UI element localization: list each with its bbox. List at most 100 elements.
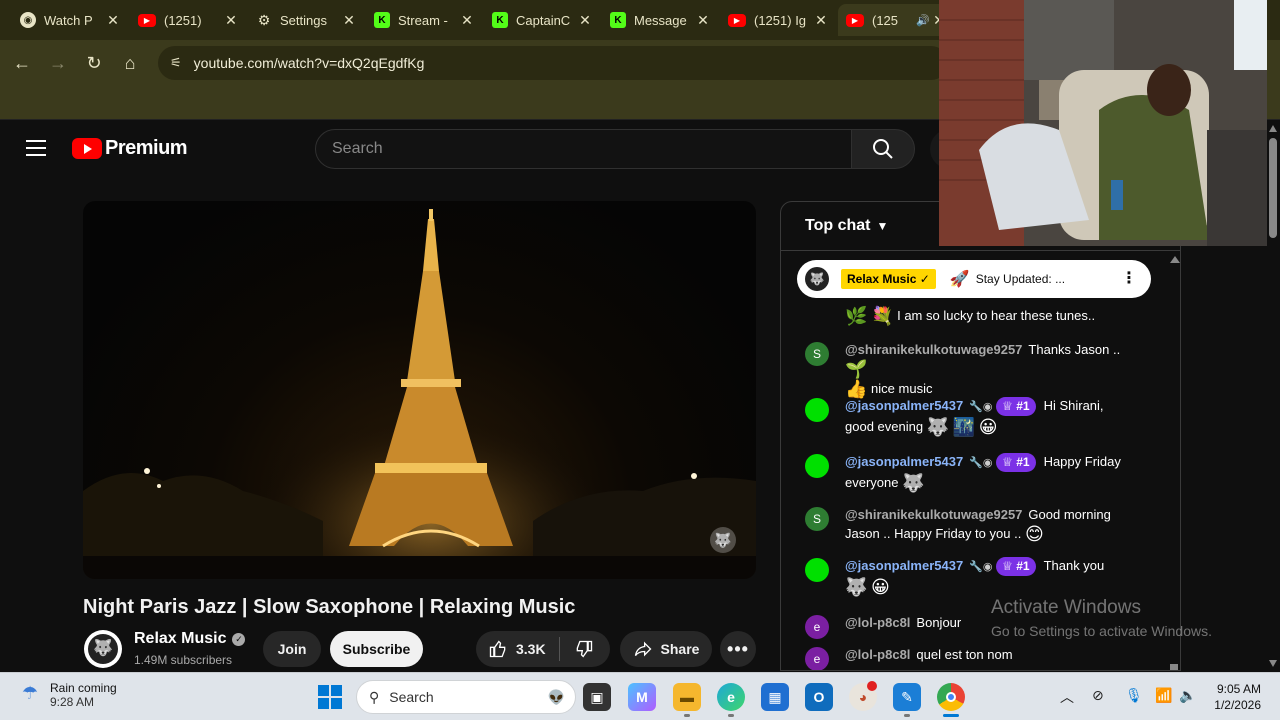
network-off-icon[interactable]: ⊘	[1092, 687, 1104, 704]
rank-badge: ♕ #1	[996, 397, 1036, 416]
message-text: I am so lucky to hear these tunes..	[897, 308, 1096, 323]
author-name[interactable]: @jasonpalmer5437	[845, 558, 963, 573]
author-name[interactable]: @jasonpalmer5437	[845, 398, 963, 413]
message-text: Good morning	[1028, 507, 1111, 522]
avatar[interactable]	[805, 454, 829, 478]
herb-icon: 🌿	[845, 306, 868, 327]
like-button[interactable]: 3.3K	[476, 637, 560, 661]
search-input[interactable]	[332, 140, 851, 158]
grin-icon: 😀	[978, 417, 998, 438]
author-name[interactable]: @lol-p8c8l	[845, 615, 910, 630]
chrome-icon[interactable]	[937, 683, 965, 711]
tab-youtube-active[interactable]: ▶ (125 🔊 ✕	[838, 4, 955, 36]
close-icon[interactable]: ✕	[577, 12, 593, 29]
channel-name-link[interactable]: Relax Music ✓	[134, 630, 246, 648]
chevron-up-icon[interactable]: ︿	[1060, 687, 1074, 707]
tab-youtube-2[interactable]: ▶ (1251) Ig ✕	[720, 4, 837, 36]
search-icon	[873, 139, 893, 159]
microsoft-365-icon[interactable]: M	[628, 683, 656, 711]
outlook-icon[interactable]: O	[805, 683, 833, 711]
dislike-button[interactable]	[560, 639, 608, 659]
page-scrollbar[interactable]	[1266, 120, 1280, 672]
scroll-thumb[interactable]	[1269, 138, 1277, 238]
close-icon[interactable]: ✕	[341, 12, 357, 29]
reload-icon[interactable]: ↻	[83, 52, 105, 74]
close-icon[interactable]: ✕	[223, 12, 239, 29]
more-vert-icon[interactable]: ⋮	[1121, 268, 1137, 288]
tab-title: Message	[634, 12, 687, 28]
channel-watermark-icon[interactable]: 🐺	[710, 527, 736, 553]
tab-watch[interactable]: ◉ Watch P ✕	[12, 4, 129, 36]
share-icon	[634, 641, 651, 657]
back-icon[interactable]: ←	[11, 52, 33, 74]
tab-settings[interactable]: ⚙ Settings ✕	[248, 4, 365, 36]
site-info-icon[interactable]: ⚟	[170, 55, 182, 71]
scroll-thumb[interactable]	[1170, 664, 1178, 670]
avatar[interactable]	[805, 398, 829, 422]
edge-icon[interactable]: e	[717, 683, 745, 711]
search-button[interactable]	[851, 129, 915, 169]
like-dislike-group: 3.3K	[476, 631, 610, 667]
avatar[interactable]: S	[805, 507, 829, 531]
avatar[interactable]: e	[805, 615, 829, 639]
author-name[interactable]: @lol-p8c8l	[845, 647, 910, 662]
task-view-icon[interactable]: ▣	[583, 683, 611, 711]
close-icon[interactable]: ✕	[813, 12, 829, 29]
chat-message: S @shiranikekulkotuwage9257 Good morning J…	[805, 505, 1145, 544]
notification-badge	[867, 681, 877, 691]
windows-start-icon[interactable]	[318, 685, 342, 709]
scroll-up-icon[interactable]	[1170, 256, 1180, 263]
author-name[interactable]: @jasonpalmer5437	[845, 454, 963, 469]
microsoft-store-icon[interactable]: ▦	[761, 683, 789, 711]
share-button[interactable]: Share	[620, 631, 712, 667]
scroll-up-icon[interactable]	[1269, 125, 1277, 132]
chevron-down-icon: ▼	[876, 219, 889, 233]
youtube-logo[interactable]: Premium	[72, 137, 188, 160]
wifi-icon[interactable]: 📶	[1155, 687, 1172, 704]
avatar[interactable]	[805, 558, 829, 582]
tab-kick-stream[interactable]: K Stream - ✕	[366, 4, 483, 36]
home-icon[interactable]: ⌂	[119, 52, 141, 74]
thumbs-down-icon	[576, 640, 593, 658]
url-bar[interactable]: ⚟ youtube.com/watch?v=dxQ2qEgdfKg	[158, 46, 948, 80]
channel-name: Relax Music	[134, 630, 227, 647]
speaker-icon[interactable]: 🔊	[915, 14, 931, 27]
weather-widget[interactable]: ☂ Rain coming 9:28 AM	[18, 681, 117, 709]
message-text: Happy Friday	[1043, 454, 1121, 469]
close-icon[interactable]: ✕	[459, 12, 475, 29]
tab-kick-captain[interactable]: K CaptainC ✕	[484, 4, 601, 36]
taskbar-search[interactable]: ⚲ Search 👽	[356, 680, 576, 714]
pinned-author-badge: Relax Music ✓	[841, 269, 936, 289]
message-text: quel est ton nom	[916, 647, 1013, 662]
avatar[interactable]: S	[805, 342, 829, 366]
tab-youtube-1[interactable]: ▶ (1251) ✕	[130, 4, 247, 36]
scroll-down-icon[interactable]	[1269, 660, 1277, 667]
video-player[interactable]: 🐺	[83, 201, 756, 579]
volume-icon[interactable]: 🔈	[1179, 687, 1196, 704]
close-icon[interactable]: ✕	[695, 12, 711, 29]
avatar[interactable]: e	[805, 647, 829, 670]
subscribe-button[interactable]: Subscribe	[330, 631, 423, 667]
file-explorer-icon[interactable]: ▬	[673, 683, 701, 711]
clock-time: 9:05 AM	[1216, 682, 1261, 696]
rain-umbrella-icon: ☂	[21, 683, 39, 703]
search-box[interactable]	[315, 129, 852, 169]
watermark-subtitle: Go to Settings to activate Windows.	[991, 623, 1212, 639]
channel-avatar[interactable]: 🐺	[84, 630, 122, 668]
rank-text: #1	[1016, 399, 1030, 413]
hamburger-menu-icon[interactable]	[26, 140, 46, 158]
microphone-icon[interactable]: 🎙	[1125, 687, 1143, 704]
pinned-message-banner[interactable]: 🐺 Relax Music ✓ 🚀 Stay Updated: ... ⋮	[797, 260, 1151, 298]
paint-icon[interactable]: ✎	[893, 683, 921, 711]
system-clock[interactable]: 9:05 AM 1/2/2026	[1205, 681, 1261, 713]
join-button[interactable]: Join	[263, 631, 321, 667]
rank-text: #1	[1016, 455, 1030, 469]
tab-title: (125	[872, 12, 899, 28]
author-name[interactable]: @shiranikekulkotuwage9257	[845, 342, 1022, 357]
tab-kick-message[interactable]: K Message ✕	[602, 4, 719, 36]
forward-icon[interactable]: →	[47, 52, 69, 74]
youtube-icon: ▶	[138, 13, 156, 27]
author-name[interactable]: @shiranikekulkotuwage9257	[845, 507, 1022, 522]
more-actions-button[interactable]: •••	[720, 631, 756, 667]
close-icon[interactable]: ✕	[105, 12, 121, 29]
